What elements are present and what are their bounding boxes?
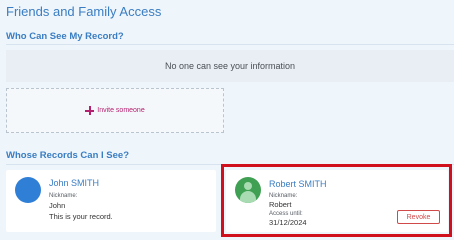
record-card-john[interactable]: John SMITH Nickname: John This is your r…: [6, 170, 216, 232]
divider: [6, 44, 454, 45]
avatar: [15, 177, 41, 203]
nickname-value: Robert: [269, 200, 292, 209]
access-until-value: 31/12/2024: [269, 218, 307, 227]
nickname-label: Nickname:: [49, 193, 78, 199]
record-name[interactable]: John SMITH: [49, 178, 99, 188]
revoke-button[interactable]: Revoke: [397, 210, 440, 224]
page-title: Friends and Family Access: [6, 4, 162, 19]
invite-content: Invite someone: [85, 106, 145, 115]
whose-records-heading: Whose Records Can I See?: [6, 150, 130, 161]
nickname-value: John: [49, 201, 66, 210]
invite-someone-button[interactable]: Invite someone: [6, 88, 224, 133]
avatar-person-icon: [235, 177, 261, 203]
access-until-label: Access until:: [269, 211, 303, 217]
empty-access-text: No one can see your information: [164, 61, 296, 71]
record-note: This is your record.: [49, 212, 113, 221]
record-name[interactable]: Robert SMITH: [269, 179, 327, 189]
invite-label: Invite someone: [97, 107, 145, 114]
plus-icon: [85, 106, 95, 115]
who-can-see-heading: Who Can See My Record?: [6, 31, 124, 42]
record-card-robert[interactable]: Robert SMITH Nickname: Robert Access unt…: [226, 170, 448, 232]
empty-access-message: No one can see your information: [6, 50, 454, 82]
nickname-label: Nickname:: [269, 193, 298, 199]
